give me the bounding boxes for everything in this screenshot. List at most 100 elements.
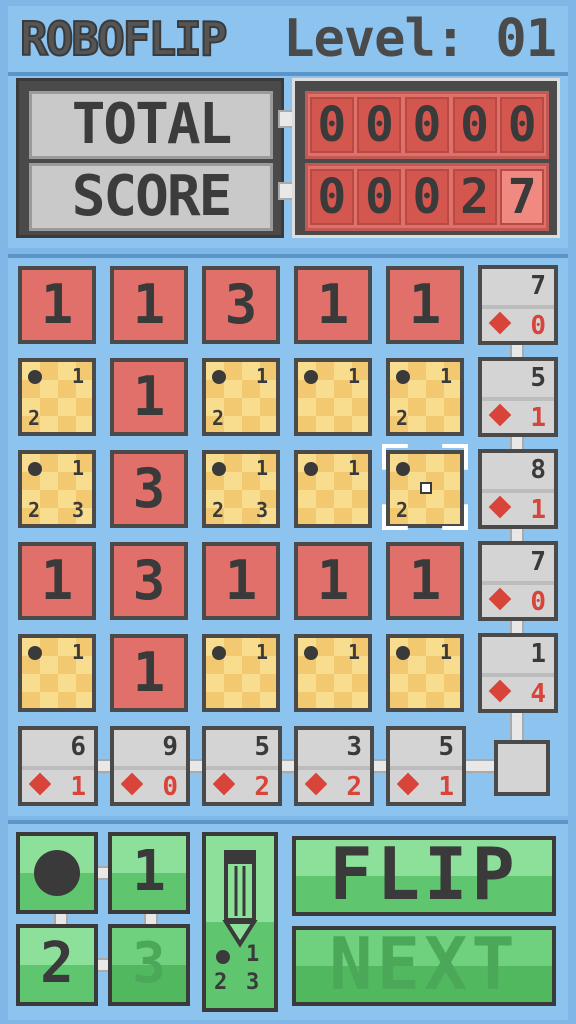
pencil-memo-one: 1	[246, 942, 260, 967]
hidden-tile[interactable]: 1	[294, 358, 372, 436]
memo-mark-two: 2	[28, 498, 41, 522]
tile-value: 1	[316, 549, 350, 612]
hidden-tile[interactable]: 1 2 3	[202, 450, 280, 528]
memo-mark-two: 2	[28, 406, 41, 430]
row-hint: 70	[478, 265, 558, 345]
flipped-tile[interactable]: 1	[294, 266, 372, 344]
row-hint: 14	[478, 633, 558, 713]
bomb-icon	[488, 679, 512, 703]
flipped-tile[interactable]: 3	[110, 542, 188, 620]
hint-bomb-count: 0	[530, 587, 546, 617]
hint-sum: 7	[530, 547, 546, 577]
hidden-tile[interactable]: 1	[294, 634, 372, 712]
total-score-digits: 0 0 0 0 0	[305, 91, 549, 159]
memo-bomb-button[interactable]	[16, 832, 98, 914]
hidden-tile[interactable]: 1	[294, 450, 372, 528]
hidden-tile[interactable]: 1 2 3	[18, 450, 96, 528]
row-hint: 81	[478, 449, 558, 529]
memo-mark-one: 1	[71, 640, 84, 664]
score-digit: 0	[309, 97, 354, 153]
hidden-tile[interactable]: 12	[386, 358, 464, 436]
hint-sum: 6	[70, 732, 86, 762]
hint-bomb-count: 2	[254, 772, 270, 802]
hint-bomb-count: 4	[530, 679, 546, 709]
memo-mark-one: 1	[439, 640, 452, 664]
flipped-tile[interactable]: 1	[202, 542, 280, 620]
memo-bomb-mark	[28, 462, 42, 476]
hint-divider	[206, 766, 278, 770]
memo-mark-one: 1	[347, 456, 360, 480]
memo-mark-one: 1	[255, 364, 268, 388]
hidden-tile[interactable]: 12	[202, 358, 280, 436]
tile-value: 3	[132, 549, 166, 612]
next-button[interactable]: NEXT	[292, 926, 556, 1006]
tile-value: 1	[132, 273, 166, 336]
flip-button[interactable]: FLIP	[292, 836, 556, 916]
score-digit: 0	[404, 169, 449, 225]
memo-mark-three: 3	[71, 498, 84, 522]
corner-box	[494, 740, 550, 796]
memo-mark-two: 2	[396, 498, 409, 522]
hint-sum: 8	[530, 455, 546, 485]
memo-one-label: 1	[132, 839, 166, 904]
memo-three-button[interactable]: 3	[108, 924, 190, 1006]
tile-value: 3	[224, 273, 258, 336]
flipped-tile[interactable]: 1	[110, 634, 188, 712]
hint-bomb-count: 0	[162, 772, 178, 802]
hidden-tile[interactable]: 1	[18, 634, 96, 712]
bomb-icon	[120, 772, 144, 796]
bomb-icon	[488, 403, 512, 427]
row-hint: 51	[478, 357, 558, 437]
memo-mode-toggle[interactable]: 1 2 3	[202, 832, 278, 1012]
hint-sum: 5	[254, 732, 270, 762]
hint-divider	[390, 766, 462, 770]
hint-bomb-count: 1	[70, 772, 86, 802]
pencil-memo-two: 2	[214, 970, 228, 995]
flipped-tile[interactable]: 1	[386, 266, 464, 344]
flipped-tile[interactable]: 1	[110, 358, 188, 436]
hidden-tile[interactable]: 1	[202, 634, 280, 712]
score-display: 0 0 0 0 0 0 0 0 2 7	[292, 78, 560, 238]
column-hint: 61	[18, 726, 98, 806]
bomb-icon	[304, 772, 328, 796]
memo-mark-two: 2	[212, 498, 225, 522]
memo-two-label: 2	[40, 931, 74, 996]
memo-two-button[interactable]: 2	[16, 924, 98, 1006]
flipped-tile[interactable]: 1	[18, 542, 96, 620]
row-hint: 70	[478, 541, 558, 621]
flipped-tile[interactable]: 1	[18, 266, 96, 344]
memo-one-button[interactable]: 1	[108, 832, 190, 914]
score-label-box: TOTAL SCORE	[16, 78, 284, 238]
score-digit: 0	[309, 169, 354, 225]
memo-mark-one: 1	[255, 640, 268, 664]
hint-sum: 9	[162, 732, 178, 762]
memo-mark-one: 1	[347, 640, 360, 664]
memo-bomb-mark	[304, 370, 318, 384]
level-indicator: Level: 01	[283, 9, 557, 69]
pencil-bomb-dot	[216, 950, 230, 964]
score-digit: 0	[357, 97, 402, 153]
score-label-total: TOTAL	[29, 91, 273, 159]
column-hint: 32	[294, 726, 374, 806]
flipped-tile[interactable]: 1	[294, 542, 372, 620]
hidden-tile[interactable]: 1	[386, 634, 464, 712]
app-title: ROBOFLIP	[19, 12, 229, 66]
hint-divider	[22, 766, 94, 770]
flipped-tile[interactable]: 3	[110, 450, 188, 528]
hint-sum: 1	[530, 639, 546, 669]
memo-bomb-mark	[396, 462, 410, 476]
hidden-tile[interactable]: 12	[18, 358, 96, 436]
cursor-center-dot	[420, 482, 432, 494]
hint-divider	[298, 766, 370, 770]
flipped-tile[interactable]: 1	[386, 542, 464, 620]
bomb-icon	[34, 850, 80, 896]
score-digit: 7	[500, 169, 545, 225]
flipped-tile[interactable]: 3	[202, 266, 280, 344]
round-score-digits: 0 0 0 2 7	[305, 163, 549, 231]
hint-divider	[482, 489, 554, 493]
hint-divider	[482, 581, 554, 585]
bomb-icon	[396, 772, 420, 796]
memo-bomb-mark	[396, 646, 410, 660]
memo-mark-two: 2	[212, 406, 225, 430]
flipped-tile[interactable]: 1	[110, 266, 188, 344]
